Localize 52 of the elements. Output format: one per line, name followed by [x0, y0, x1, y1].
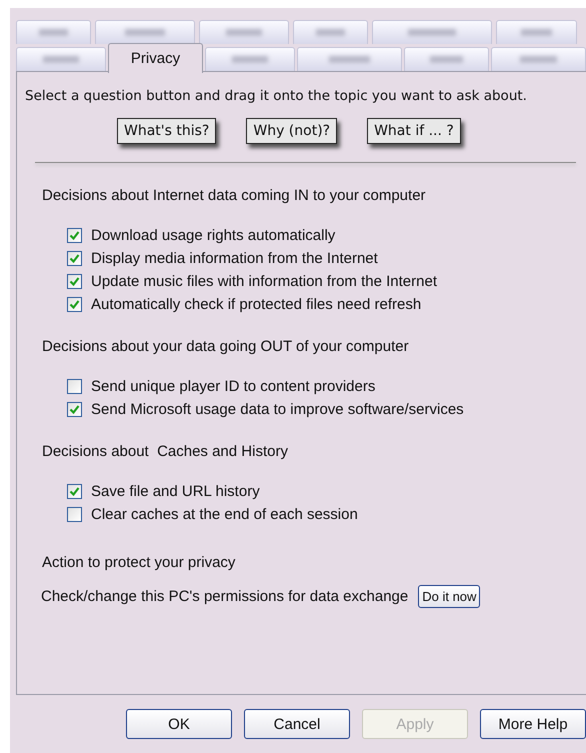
- checkbox-label: Send unique player ID to content providers: [91, 378, 376, 395]
- checkbox[interactable]: [67, 251, 82, 266]
- section-heading: Decisions about Internet data coming IN to your computer: [41, 187, 427, 204]
- action-text: Check/change this PC's permissions for data exchange: [41, 588, 408, 605]
- intro-text: Select a question button and drag it onto the topic you want to ask about.: [24, 88, 528, 104]
- tab[interactable]: [293, 20, 368, 44]
- section-heading: Decisions about your data going OUT of your computer: [41, 338, 410, 355]
- checkbox[interactable]: [67, 297, 82, 312]
- tab[interactable]: [297, 47, 402, 71]
- tab[interactable]: [205, 47, 295, 71]
- blurred-label: [520, 29, 552, 36]
- checkbox[interactable]: [67, 228, 82, 243]
- blurred-label: [226, 29, 262, 36]
- tab[interactable]: [496, 20, 577, 44]
- checkbox[interactable]: [67, 402, 82, 417]
- blurred-label: [430, 56, 464, 63]
- question-button[interactable]: What's this?: [117, 118, 216, 144]
- section-heading: Decisions about Caches and History: [41, 443, 289, 460]
- tab[interactable]: [404, 47, 489, 71]
- question-button[interactable]: What if ... ?: [367, 118, 461, 144]
- checkbox-label: Save file and URL history: [91, 483, 260, 500]
- checkbox[interactable]: [67, 484, 82, 499]
- checkbox-label: Update music files with information from the Internet: [91, 273, 437, 290]
- checkbox[interactable]: [67, 274, 82, 289]
- section-heading: Action to protect your privacy: [41, 554, 236, 571]
- checkbox-label: Download usage rights automatically: [91, 227, 336, 244]
- checkbox-label: Clear caches at the end of each session: [91, 506, 358, 523]
- do-it-now-button[interactable]: Do it now: [418, 585, 480, 608]
- dialog-button[interactable]: OK: [126, 709, 232, 739]
- dialog-button[interactable]: More Help: [480, 709, 586, 739]
- question-button[interactable]: Why (not)?: [246, 118, 338, 144]
- tab[interactable]: [199, 20, 289, 44]
- blurred-label: [125, 29, 165, 36]
- blurred-label: [328, 56, 370, 63]
- blurred-label: [43, 56, 79, 63]
- dialog-button[interactable]: Cancel: [244, 709, 350, 739]
- tab[interactable]: Privacy: [108, 43, 203, 73]
- blurred-label: [408, 29, 456, 36]
- blurred-label: [316, 29, 346, 36]
- blurred-label: [232, 56, 268, 63]
- tab[interactable]: [491, 47, 586, 71]
- tab[interactable]: [372, 20, 492, 44]
- blurred-label: [38, 29, 68, 36]
- checkbox[interactable]: [67, 507, 82, 522]
- blurred-label: [520, 56, 558, 63]
- checkbox-label: Display media information from the Internet: [91, 250, 378, 267]
- tab[interactable]: [16, 47, 106, 71]
- checkbox-label: Automatically check if protected files need refresh: [91, 296, 422, 313]
- checkbox-label: Send Microsoft usage data to improve software/services: [91, 401, 464, 418]
- checkbox[interactable]: [67, 379, 82, 394]
- tab[interactable]: [16, 20, 91, 44]
- tab[interactable]: [95, 20, 195, 44]
